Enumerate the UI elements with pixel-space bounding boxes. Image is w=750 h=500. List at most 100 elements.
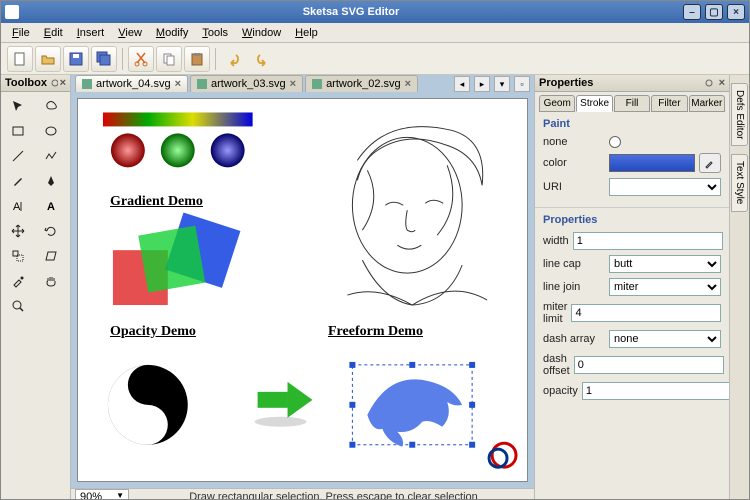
menu-window[interactable]: Window: [235, 25, 288, 41]
tab-artwork-02[interactable]: artwork_02.svg×: [305, 75, 418, 92]
side-tab-defs-editor[interactable]: Defs Editor: [731, 83, 748, 146]
menu-edit[interactable]: Edit: [37, 25, 70, 41]
rect-tool[interactable]: [3, 119, 33, 143]
miter-limit-input[interactable]: [571, 304, 721, 322]
svg-file-icon: [82, 79, 92, 89]
dash-array-select[interactable]: none: [609, 330, 721, 348]
menu-modify[interactable]: Modify: [149, 25, 195, 41]
line-join-select[interactable]: miter: [609, 278, 721, 296]
move-tool[interactable]: [3, 219, 33, 243]
tab-fill[interactable]: Fill: [614, 95, 650, 112]
tab-close[interactable]: ×: [290, 78, 296, 90]
props-section-title: Properties: [543, 214, 721, 226]
app-icon: [5, 5, 19, 19]
copy-button[interactable]: [156, 46, 182, 72]
tab-filter[interactable]: Filter: [651, 95, 687, 112]
menu-insert[interactable]: Insert: [70, 25, 112, 41]
tab-menu[interactable]: ▾: [494, 76, 510, 92]
stroke-opacity-input[interactable]: [582, 382, 732, 400]
status-hint: Draw rectangular selection. Press escape…: [133, 491, 534, 499]
gradient-demo-label: Gradient Demo: [110, 194, 203, 210]
line-cap-select[interactable]: butt: [609, 255, 721, 273]
menu-view[interactable]: View: [111, 25, 149, 41]
lasso-tool[interactable]: [36, 94, 66, 118]
paint-uri-select[interactable]: [609, 178, 721, 196]
text-tool[interactable]: A: [3, 194, 33, 218]
properties-close[interactable]: ×: [719, 77, 725, 89]
toolbox-panel: Toolbox × A A: [1, 75, 71, 499]
scale-tool[interactable]: [3, 244, 33, 268]
eyedropper-button[interactable]: [699, 153, 721, 173]
tab-scroll-left[interactable]: ◂: [454, 76, 470, 92]
properties-title: Properties: [539, 77, 593, 89]
property-tabs: Geom Stroke Fill Filter Marker: [535, 92, 729, 112]
minimize-button[interactable]: –: [683, 4, 701, 20]
canvas[interactable]: Gradient Demo Opacity Demo Freeform Demo: [77, 98, 528, 482]
paint-section-title: Paint: [543, 118, 721, 130]
tab-close[interactable]: ×: [405, 78, 411, 90]
menu-help[interactable]: Help: [288, 25, 325, 41]
tab-maximize[interactable]: ▫: [514, 76, 530, 92]
stroke-color-swatch[interactable]: [609, 154, 695, 172]
tab-artwork-03[interactable]: artwork_03.svg×: [190, 75, 303, 92]
eyedropper-tool[interactable]: [3, 269, 33, 293]
titlebar: Sketsa SVG Editor – ▢ ×: [1, 1, 749, 23]
redo-button[interactable]: [249, 46, 275, 72]
main-area: Toolbox × A A artwork_04.svg×: [1, 75, 749, 499]
polyline-tool[interactable]: [36, 144, 66, 168]
opacity-demo-label: Opacity Demo: [110, 324, 196, 340]
document-tabs: artwork_04.svg× artwork_03.svg× artwork_…: [71, 75, 534, 92]
hand-tool[interactable]: [36, 269, 66, 293]
line-tool[interactable]: [3, 144, 33, 168]
stroke-width-input[interactable]: [573, 232, 723, 250]
tab-close[interactable]: ×: [175, 78, 181, 90]
properties-panel: Properties × Geom Stroke Fill Filter Mar…: [534, 75, 729, 499]
editor-area: artwork_04.svg× artwork_03.svg× artwork_…: [71, 75, 534, 499]
rotate-tool[interactable]: [36, 219, 66, 243]
menu-tools[interactable]: Tools: [195, 25, 235, 41]
toolbar: [1, 43, 749, 75]
menubar: File Edit Insert View Modify Tools Windo…: [1, 23, 749, 43]
freeform-demo-label: Freeform Demo: [328, 324, 423, 340]
paste-button[interactable]: [184, 46, 210, 72]
maximize-button[interactable]: ▢: [705, 4, 723, 20]
svg-text:A: A: [13, 201, 21, 213]
tab-geom[interactable]: Geom: [539, 95, 575, 112]
pencil-tool[interactable]: [3, 169, 33, 193]
tab-scroll-right[interactable]: ▸: [474, 76, 490, 92]
pin-icon[interactable]: [703, 77, 715, 89]
toolbox-close[interactable]: ×: [60, 77, 66, 89]
statusbar: 90%▼ Draw rectangular selection. Press e…: [71, 488, 534, 499]
new-button[interactable]: [7, 46, 33, 72]
window-title: Sketsa SVG Editor: [23, 6, 679, 18]
open-button[interactable]: [35, 46, 61, 72]
paint-none-label: none: [543, 136, 605, 148]
ellipse-tool[interactable]: [36, 119, 66, 143]
tab-stroke[interactable]: Stroke: [576, 95, 612, 112]
paint-uri-label: URI: [543, 181, 605, 193]
save-all-button[interactable]: [91, 46, 117, 72]
toolbox-header: Toolbox ×: [1, 75, 70, 92]
properties-header: Properties ×: [535, 75, 729, 92]
menu-file[interactable]: File: [5, 25, 37, 41]
zoom-combo[interactable]: 90%▼: [75, 489, 129, 499]
side-tabs: Defs Editor Text Style: [729, 75, 749, 499]
dash-offset-input[interactable]: [574, 356, 724, 374]
chevron-down-icon: ▼: [116, 491, 124, 499]
cut-button[interactable]: [128, 46, 154, 72]
zoom-tool[interactable]: [3, 294, 33, 318]
text-block-tool[interactable]: A: [36, 194, 66, 218]
selection-tool[interactable]: [3, 94, 33, 118]
pen-tool[interactable]: [36, 169, 66, 193]
tab-marker[interactable]: Marker: [689, 95, 725, 112]
toolbox-title: Toolbox: [5, 77, 47, 89]
close-button[interactable]: ×: [727, 4, 745, 20]
paint-none-radio[interactable]: [609, 136, 621, 148]
pin-icon[interactable]: [49, 77, 58, 89]
skew-tool[interactable]: [36, 244, 66, 268]
undo-button[interactable]: [221, 46, 247, 72]
tab-artwork-04[interactable]: artwork_04.svg×: [75, 75, 188, 92]
svg-text:A: A: [47, 201, 55, 213]
side-tab-text-style[interactable]: Text Style: [731, 154, 748, 211]
save-button[interactable]: [63, 46, 89, 72]
